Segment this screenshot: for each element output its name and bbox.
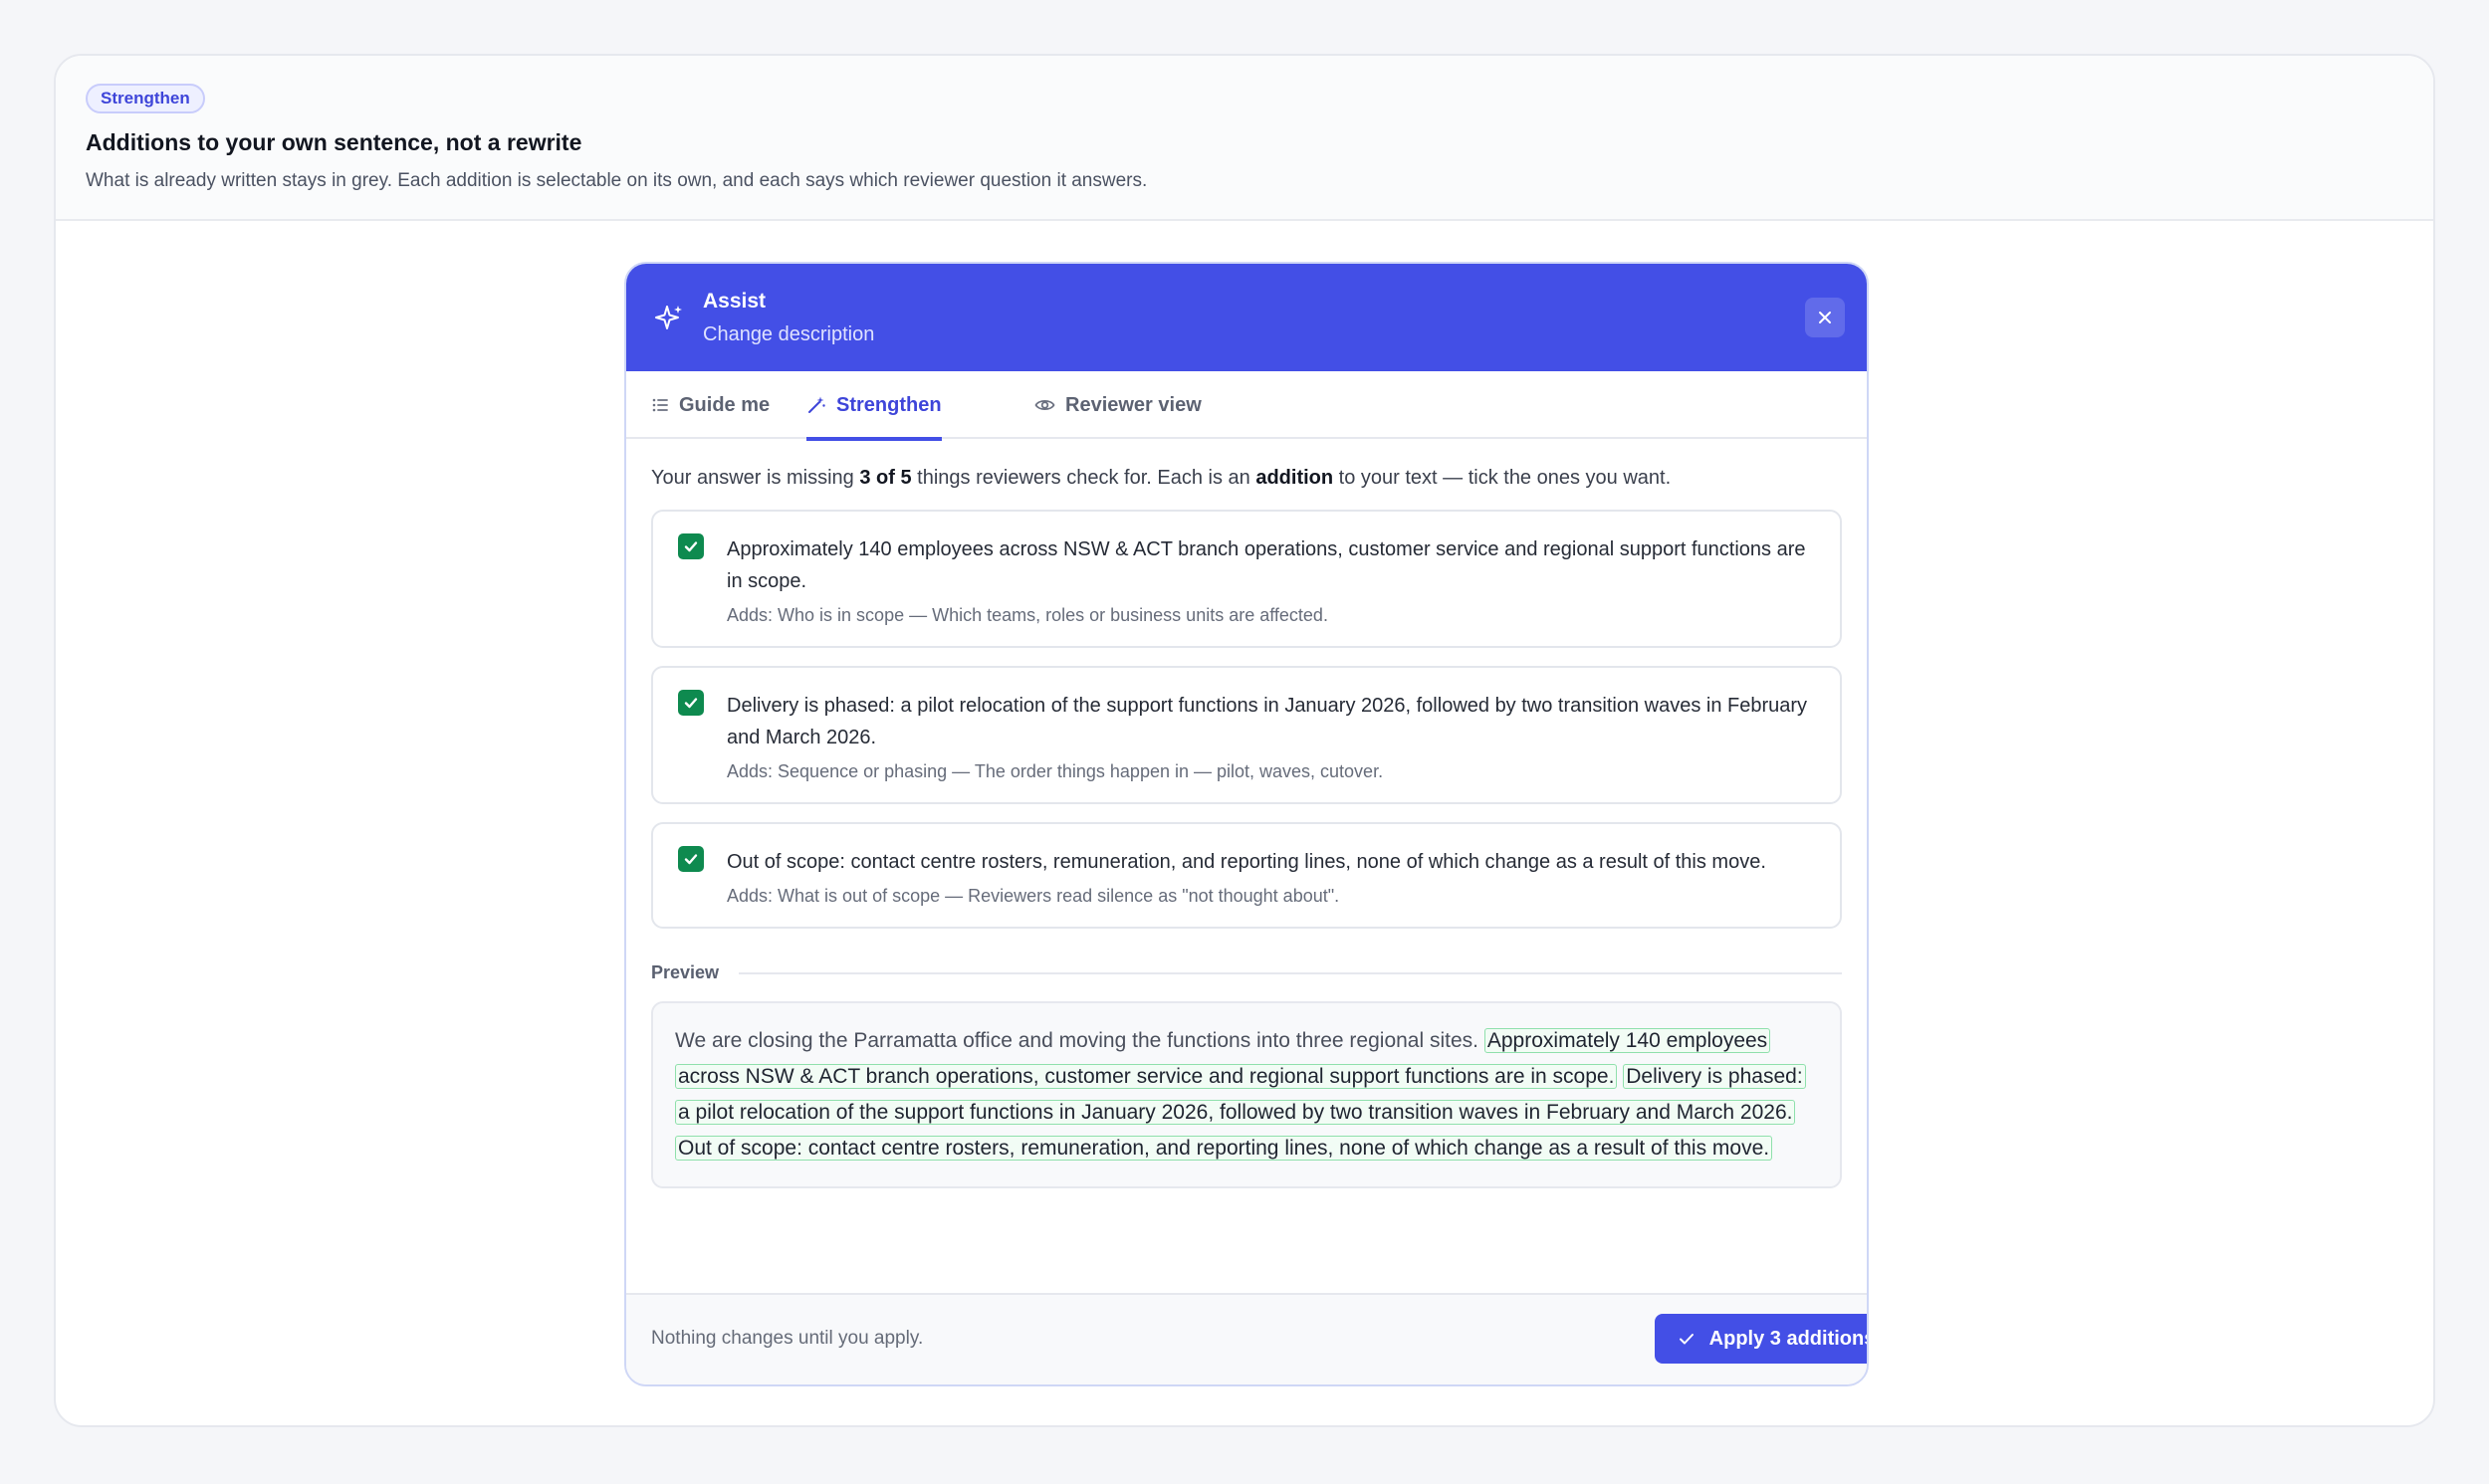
divider [739, 971, 1842, 974]
panel-header: Assist Change description [626, 264, 1867, 371]
preview-box: We are closing the Parramatta office and… [651, 1001, 1842, 1188]
addition-text: Approximately 140 employees across NSW &… [727, 538, 1806, 592]
panel-subtitle: Change description [703, 323, 875, 345]
preview-label: Preview [651, 962, 720, 982]
intro-part: to your text — tick the ones you want. [1333, 467, 1672, 489]
tab-label: Strengthen [836, 393, 942, 416]
addition-card[interactable]: Approximately 140 employees across NSW &… [651, 510, 1842, 648]
list-icon [652, 398, 668, 412]
panel-content: Your answer is missing 3 of 5 things rev… [626, 467, 1867, 1188]
additions-list: Approximately 140 employees across NSW &… [651, 510, 1842, 929]
frame-header: Strengthen Additions to your own sentenc… [56, 56, 2433, 221]
addition-card[interactable]: Out of scope: contact centre rosters, re… [651, 822, 1842, 929]
close-button[interactable] [1805, 298, 1845, 337]
tab-guide-me[interactable]: Guide me [651, 371, 770, 439]
missing-count: 3 of 5 [859, 467, 912, 489]
intro-text: Your answer is missing 3 of 5 things rev… [651, 467, 1842, 490]
addition-checkbox[interactable] [678, 533, 704, 559]
original-text: We are closing the Parramatta office and… [675, 1029, 1479, 1052]
preview-heading: Preview [651, 962, 1842, 983]
frame-subtitle: What is already written stays in grey. E… [86, 170, 1148, 191]
check-icon [684, 854, 698, 865]
intro-keyword: addition [1255, 467, 1334, 489]
panel-footer: Nothing changes until you apply. Apply 3… [626, 1293, 1867, 1384]
example-frame: Strengthen Additions to your own sentenc… [54, 54, 2435, 1427]
close-icon [1819, 312, 1831, 323]
apply-label: Apply 3 additions [1708, 1327, 1869, 1350]
frame-title: Additions to your own sentence, not a re… [86, 129, 582, 155]
mode-badge: Strengthen [86, 84, 205, 113]
addition-text: Out of scope: contact centre rosters, re… [727, 851, 1766, 873]
panel-title: Assist [703, 290, 767, 313]
tab-label: Guide me [679, 393, 771, 416]
addition-checkbox[interactable] [678, 846, 704, 872]
intro-part: Your answer is missing [651, 467, 860, 489]
check-icon [1679, 1334, 1694, 1345]
added-text-highlight[interactable]: Out of scope: contact centre rosters, re… [675, 1136, 1773, 1161]
eye-icon [1034, 399, 1055, 411]
tab-label: Reviewer view [1065, 393, 1202, 416]
addition-answers: Adds: What is out of scope — Reviewers r… [727, 886, 1340, 906]
apply-button[interactable]: Apply 3 additions [1655, 1314, 1869, 1364]
footer-note: Nothing changes until you apply. [651, 1328, 924, 1349]
magic-wand-icon [808, 396, 825, 413]
tab-strengthen[interactable]: Strengthen [806, 371, 942, 441]
addition-answers: Adds: Who is in scope — Which teams, rol… [727, 605, 1328, 625]
addition-card[interactable]: Delivery is phased: a pilot relocation o… [651, 666, 1842, 804]
addition-answers: Adds: Sequence or phasing — The order th… [727, 761, 1384, 781]
sparkle-icon [655, 306, 682, 329]
assist-panel: Assist Change description Guide me Stren… [624, 262, 1869, 1386]
check-icon [684, 698, 698, 709]
tab-reviewer-view[interactable]: Reviewer view [1034, 371, 1202, 439]
intro-part: things reviewers check for. Each is an [911, 467, 1256, 489]
addition-checkbox[interactable] [678, 690, 704, 716]
tab-bar: Guide me Strengthen Reviewer view [626, 371, 1867, 441]
addition-text: Delivery is phased: a pilot relocation o… [727, 695, 1808, 748]
check-icon [684, 541, 698, 552]
